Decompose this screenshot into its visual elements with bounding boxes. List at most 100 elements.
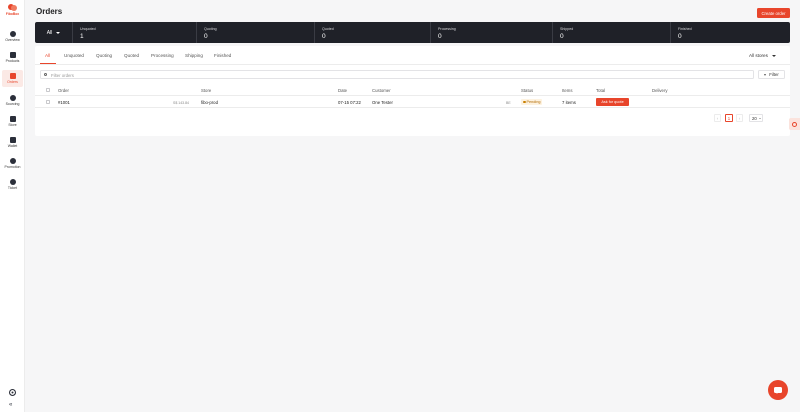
create-order-button[interactable]: Create order [757, 8, 790, 18]
pagination-page-button[interactable]: 1 [725, 114, 733, 122]
search-box [40, 70, 754, 79]
side-help-tab[interactable] [789, 118, 800, 130]
customer-name: One Tester [372, 100, 393, 105]
filter-button[interactable]: Filter [758, 70, 785, 79]
tab-shipping[interactable]: Shipping [185, 53, 203, 58]
stat-label: Quoting [204, 27, 217, 31]
ask-for-quote-button[interactable]: Ask for quote [596, 98, 629, 106]
tab-processing[interactable]: Processing [151, 53, 174, 58]
sidebar-item-label: Products [5, 59, 20, 63]
tab-finished[interactable]: Finished [214, 53, 231, 58]
store-name: fibo-prod [201, 100, 218, 105]
divider [35, 95, 790, 96]
column-header-customer[interactable]: Customer [372, 88, 391, 93]
tab-quoted[interactable]: Quoted [124, 53, 139, 58]
orders-card: All Unquoted Quoting Quoted Processing S… [35, 46, 790, 136]
stat-value: 0 [322, 33, 326, 40]
users-icon [9, 158, 16, 164]
page-size-select[interactable]: 20 [749, 114, 763, 122]
gear-icon[interactable] [9, 389, 16, 396]
stat-label: Quoted [322, 27, 334, 31]
stat-label: Shipped [560, 27, 574, 31]
stat-value: 0 [560, 33, 564, 40]
pagination-prev-button[interactable]: ‹ [714, 114, 721, 122]
divider [35, 107, 790, 108]
stat-label: Unquoted [80, 27, 96, 31]
sidebar-item-overview[interactable]: Overview [2, 28, 23, 45]
items-count: 7 items [562, 100, 576, 105]
search-icon [44, 73, 48, 77]
column-header-delivery[interactable]: Delivery [652, 88, 668, 93]
stats-all-label: All [46, 29, 53, 36]
stat-label: Processing [438, 27, 456, 31]
stat-quoting[interactable]: Quoting 0 [196, 22, 314, 43]
stat-label: Finished [678, 27, 692, 31]
order-amount: S$ 143.84 [173, 100, 189, 105]
logo-text: FiboBox [5, 12, 20, 16]
row-checkbox[interactable] [46, 100, 50, 104]
column-header-date[interactable]: Date [338, 88, 347, 93]
stat-value: 0 [678, 33, 682, 40]
sidebar-item-sourcing[interactable]: Sourcing [2, 92, 23, 109]
filter-button-label: Filter [769, 72, 779, 77]
box-icon [9, 52, 16, 58]
column-header-items[interactable]: Items [562, 88, 573, 93]
wallet-icon [9, 137, 16, 143]
globe-icon [9, 95, 16, 101]
column-header-order[interactable]: Order [58, 88, 69, 93]
stores-select-value: All stores [749, 53, 768, 58]
customer-country: BE [506, 100, 511, 105]
sidebar-item-promotion[interactable]: Promotion [2, 155, 23, 172]
logo-icon [8, 4, 17, 11]
stat-quoted[interactable]: Quoted 0 [314, 22, 430, 43]
chevron-down-icon [758, 118, 761, 119]
stores-select[interactable]: All stores [749, 51, 785, 60]
stats-all-dropdown[interactable]: All [35, 22, 73, 43]
sidebar-item-label: Ticket [7, 186, 18, 190]
sidebar-item-label: Promotion [4, 165, 21, 169]
stat-unquoted[interactable]: Unquoted 1 [73, 22, 196, 43]
chat-icon [774, 386, 782, 394]
divider [35, 64, 790, 65]
stat-shipped[interactable]: Shipped 0 [552, 22, 670, 43]
sidebar-item-orders[interactable]: Orders [2, 70, 23, 87]
tab-quoting[interactable]: Quoting [96, 53, 112, 58]
sidebar-item-label: Orders [7, 80, 18, 84]
stat-value: 1 [80, 33, 84, 40]
pagination-next-button[interactable]: › [736, 114, 743, 122]
order-date: 07-15 07:22 [338, 100, 361, 105]
column-header-store[interactable]: Store [201, 88, 211, 93]
sidebar-item-store[interactable]: Store [2, 113, 23, 130]
sidebar-item-products[interactable]: Products [2, 49, 23, 66]
search-input[interactable] [51, 72, 741, 78]
column-header-status[interactable]: Status [521, 88, 533, 93]
person-icon [9, 179, 16, 185]
sidebar-item-label: Store [8, 123, 17, 127]
page-size-value: 20 [752, 116, 757, 121]
tab-unquoted[interactable]: Unquoted [64, 53, 84, 58]
select-all-checkbox[interactable] [46, 88, 50, 92]
store-icon [9, 116, 16, 122]
chevron-down-icon [56, 31, 61, 34]
chat-button[interactable] [768, 380, 788, 400]
compass-icon [9, 31, 16, 37]
chevron-down-icon [771, 54, 776, 57]
order-stats-bar: All Unquoted 1 Quoting 0 Quoted 0 Proces… [35, 22, 790, 43]
sidebar-item-ticket[interactable]: Ticket [2, 176, 23, 193]
clock-icon [523, 100, 526, 104]
logo[interactable]: FiboBox [3, 4, 22, 16]
sidebar-item-label: Overview [5, 38, 20, 42]
sidebar: FiboBox Overview Products Orders Sourcin… [0, 0, 25, 412]
filter-icon [764, 73, 767, 76]
column-header-total[interactable]: Total [596, 88, 605, 93]
stat-processing[interactable]: Processing 0 [430, 22, 552, 43]
collapse-icon[interactable]: « [9, 402, 12, 408]
order-number[interactable]: #1001 [58, 100, 70, 105]
tab-all[interactable]: All [45, 53, 50, 58]
stat-finished[interactable]: Finished 0 [670, 22, 790, 43]
clipboard-icon [9, 73, 16, 79]
page-title: Orders [36, 7, 63, 16]
sidebar-item-wallet[interactable]: Wallet [2, 134, 23, 151]
stat-value: 0 [204, 33, 208, 40]
help-icon [792, 121, 797, 127]
